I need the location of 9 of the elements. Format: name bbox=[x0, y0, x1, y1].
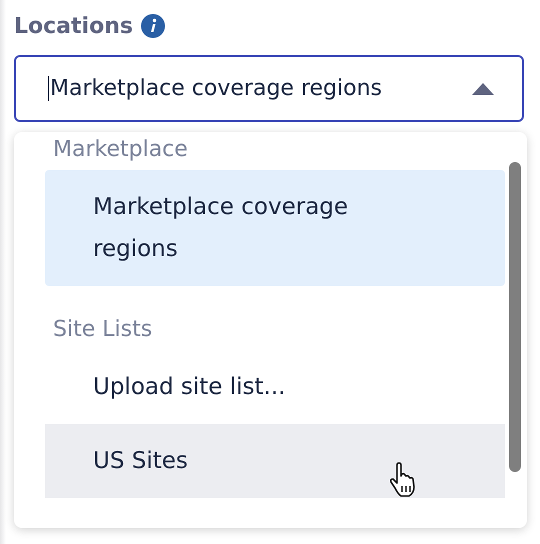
scrollbar[interactable] bbox=[509, 162, 521, 472]
location-select[interactable]: Marketplace coverage regions bbox=[14, 55, 524, 122]
dropdown-option[interactable]: Marketplace coverage regions bbox=[45, 170, 505, 286]
dropdown-option[interactable]: Upload site list... bbox=[45, 350, 505, 424]
group-heading: Site Lists bbox=[52, 316, 154, 344]
field-label: Locations bbox=[14, 14, 133, 38]
dropdown-option[interactable]: US Sites bbox=[45, 424, 505, 498]
group-heading: Marketplace bbox=[52, 136, 189, 164]
info-icon[interactable] bbox=[140, 14, 165, 38]
